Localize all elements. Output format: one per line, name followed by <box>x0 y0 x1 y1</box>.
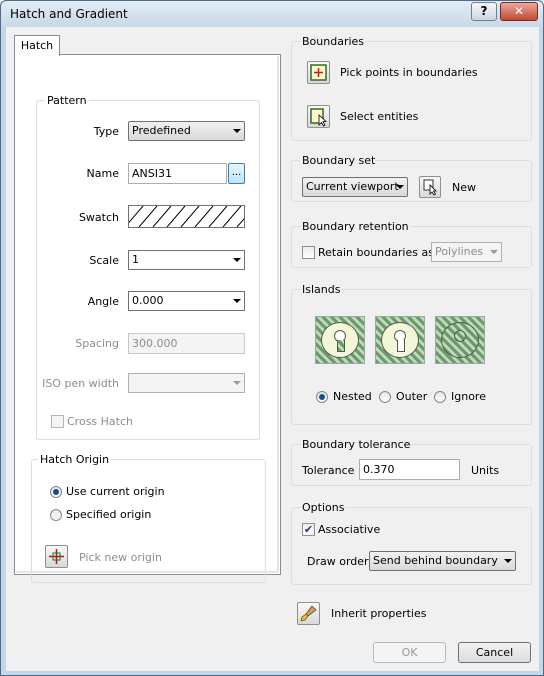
new-boundary-set-button[interactable] <box>419 176 441 198</box>
associative-label: Associative <box>318 523 381 536</box>
keyhole-stem <box>337 340 345 352</box>
chevron-down-icon <box>504 559 512 563</box>
hatch-swatch-graphic <box>129 206 244 227</box>
select-cursor-icon <box>423 179 437 196</box>
spacing-label: Spacing <box>75 337 119 350</box>
spacing-field[interactable]: 300.000 <box>128 333 245 354</box>
cancel-button[interactable]: Cancel <box>458 642 531 663</box>
specified-origin-label: Specified origin <box>66 508 152 521</box>
pick-points-button[interactable] <box>307 61 330 84</box>
pick-points-icon <box>310 64 327 81</box>
use-current-origin-label: Use current origin <box>66 485 165 498</box>
chevron-down-icon <box>490 250 498 254</box>
island-ignore-preview[interactable] <box>435 316 485 364</box>
tab-hatch[interactable]: Hatch <box>14 35 60 56</box>
scale-value: 1 <box>132 253 139 266</box>
hatch-origin-title: Hatch Origin <box>38 453 112 466</box>
cross-hatch-checkbox[interactable] <box>51 415 64 428</box>
chevron-down-icon <box>396 185 404 189</box>
chevron-down-icon <box>233 129 241 133</box>
island-nested-radio[interactable] <box>316 391 328 403</box>
boundaries-title: Boundaries <box>301 35 366 48</box>
draw-order-dropdown[interactable]: Send behind boundary <box>369 551 516 571</box>
ok-button[interactable]: OK <box>373 642 446 663</box>
type-dropdown[interactable]: Predefined <box>128 121 245 141</box>
new-boundary-set-label: New <box>452 181 476 194</box>
retain-type-value: Polylines <box>435 245 484 258</box>
select-entities-icon <box>310 108 328 127</box>
tolerance-value: 0.370 <box>363 463 395 476</box>
inherit-properties-label[interactable]: Inherit properties <box>331 607 426 620</box>
options-title: Options <box>301 501 346 514</box>
window-title: Hatch and Gradient <box>10 7 128 21</box>
retain-boundaries-checkbox[interactable] <box>302 246 315 259</box>
chevron-down-icon <box>233 381 241 385</box>
pattern-group-title: Pattern <box>45 94 89 107</box>
type-value: Predefined <box>132 124 191 137</box>
swatch-preview[interactable] <box>128 205 245 228</box>
angle-dropdown[interactable]: 0.000 <box>128 291 245 311</box>
pick-new-origin-button[interactable] <box>45 545 68 568</box>
boundary-retention-title: Boundary retention <box>301 220 410 233</box>
select-entities-button[interactable] <box>307 105 330 128</box>
angle-label: Angle <box>87 295 119 308</box>
associative-checkbox[interactable]: ✔ <box>302 523 315 536</box>
iso-pen-width-dropdown[interactable] <box>128 373 245 393</box>
keyhole-stem <box>397 340 405 352</box>
dialog-window: Hatch and Gradient ? ✕ Hatch Pattern Typ… <box>0 0 544 676</box>
crosshair-icon <box>49 549 64 564</box>
boundary-set-value: Current viewport <box>306 180 399 193</box>
pick-new-origin-label: Pick new origin <box>79 551 162 564</box>
angle-value: 0.000 <box>132 294 164 307</box>
spacing-value: 300.000 <box>132 337 178 350</box>
specified-origin-radio[interactable] <box>50 509 62 521</box>
scale-label: Scale <box>89 254 119 267</box>
island-outer-label: Outer <box>396 390 428 403</box>
boundary-set-dropdown[interactable]: Current viewport <box>302 177 408 197</box>
island-nested-label: Nested <box>333 390 372 403</box>
paintbrush-icon <box>300 605 317 622</box>
islands-title: Islands <box>301 283 342 296</box>
draw-order-value: Send behind boundary <box>373 554 498 567</box>
dialog-client: Hatch Pattern Type Predefined Name ANSI3… <box>6 27 539 671</box>
tolerance-label: Tolerance <box>302 464 355 477</box>
retain-type-dropdown[interactable]: Polylines <box>431 242 502 262</box>
use-current-origin-radio[interactable] <box>50 486 62 498</box>
chevron-down-icon <box>233 258 241 262</box>
keyhole-icon <box>454 330 466 342</box>
chevron-down-icon <box>233 299 241 303</box>
checkmark-icon: ✔ <box>303 523 314 536</box>
name-value: ANSI31 <box>132 167 172 180</box>
tolerance-units-label: Units <box>471 464 500 477</box>
cross-hatch-label: Cross Hatch <box>67 415 133 428</box>
name-field[interactable]: ANSI31 <box>128 163 227 184</box>
tolerance-field[interactable]: 0.370 <box>359 459 460 480</box>
retain-boundaries-label: Retain boundaries as <box>318 246 434 259</box>
draw-order-label: Draw order <box>307 555 369 568</box>
options-panel: Options <box>291 501 532 585</box>
scale-dropdown[interactable]: 1 <box>128 250 245 270</box>
boundary-set-title: Boundary set <box>301 154 377 167</box>
island-outer-radio[interactable] <box>379 391 391 403</box>
close-button[interactable]: ✕ <box>500 2 538 21</box>
inherit-properties-button[interactable] <box>297 602 320 625</box>
swatch-label: Swatch <box>78 211 119 224</box>
island-ignore-label: Ignore <box>451 390 486 403</box>
iso-pen-width-label: ISO pen width <box>42 377 119 390</box>
pick-points-label[interactable]: Pick points in boundaries <box>340 66 478 79</box>
hatch-tab-page: Pattern Type Predefined Name ANSI31 ... … <box>14 54 281 583</box>
title-bar[interactable]: Hatch and Gradient ? ✕ <box>1 1 543 27</box>
boundary-tolerance-title: Boundary tolerance <box>301 438 412 451</box>
island-nested-preview[interactable] <box>315 316 365 364</box>
type-label: Type <box>93 125 119 138</box>
help-button[interactable]: ? <box>471 2 497 21</box>
island-outer-preview[interactable] <box>375 316 425 364</box>
select-entities-label[interactable]: Select entities <box>340 110 418 123</box>
name-label: Name <box>86 167 119 180</box>
browse-pattern-button[interactable]: ... <box>228 163 245 184</box>
island-ignore-radio[interactable] <box>434 391 446 403</box>
